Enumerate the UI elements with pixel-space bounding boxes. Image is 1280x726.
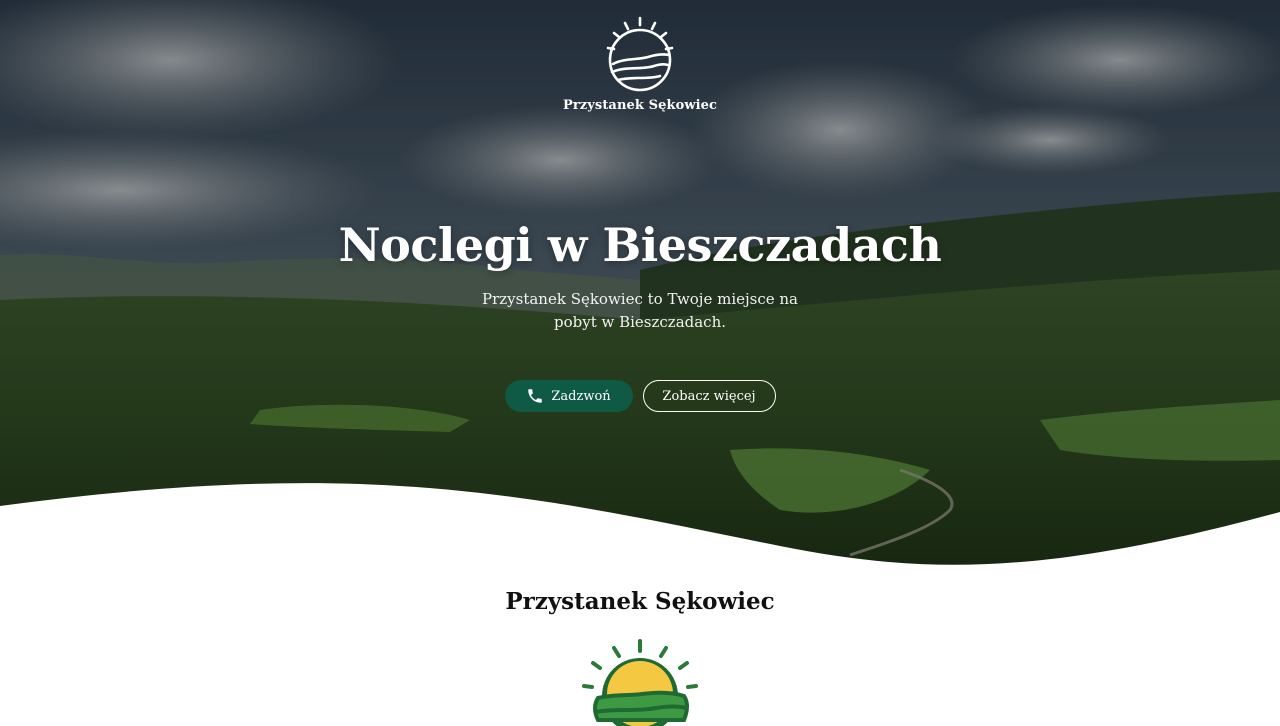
call-button[interactable]: Zadzwoń xyxy=(504,380,633,412)
hero-title: Noclegi w Bieszczadach xyxy=(338,218,942,272)
hero-subtitle: Przystanek Sękowiec to Twoje miejsce na … xyxy=(481,290,799,331)
call-button-label: Zadzwoń xyxy=(551,388,611,404)
about-title: Przystanek Sękowiec xyxy=(505,588,775,615)
sun-over-hills-color-icon xyxy=(582,639,698,726)
phone-icon xyxy=(528,389,543,403)
see-more-button-label: Zobacz więcej xyxy=(662,388,756,404)
see-more-button[interactable]: Zobacz więcej xyxy=(642,380,776,412)
hero-wave-divider xyxy=(0,483,1280,578)
brand-name: Przystanek Sękowiec xyxy=(562,98,718,113)
header-logo[interactable] xyxy=(0,14,1280,98)
sun-over-hills-icon xyxy=(606,16,674,92)
hero-buttons: Zadzwoń Zobacz więcej xyxy=(0,380,1280,412)
